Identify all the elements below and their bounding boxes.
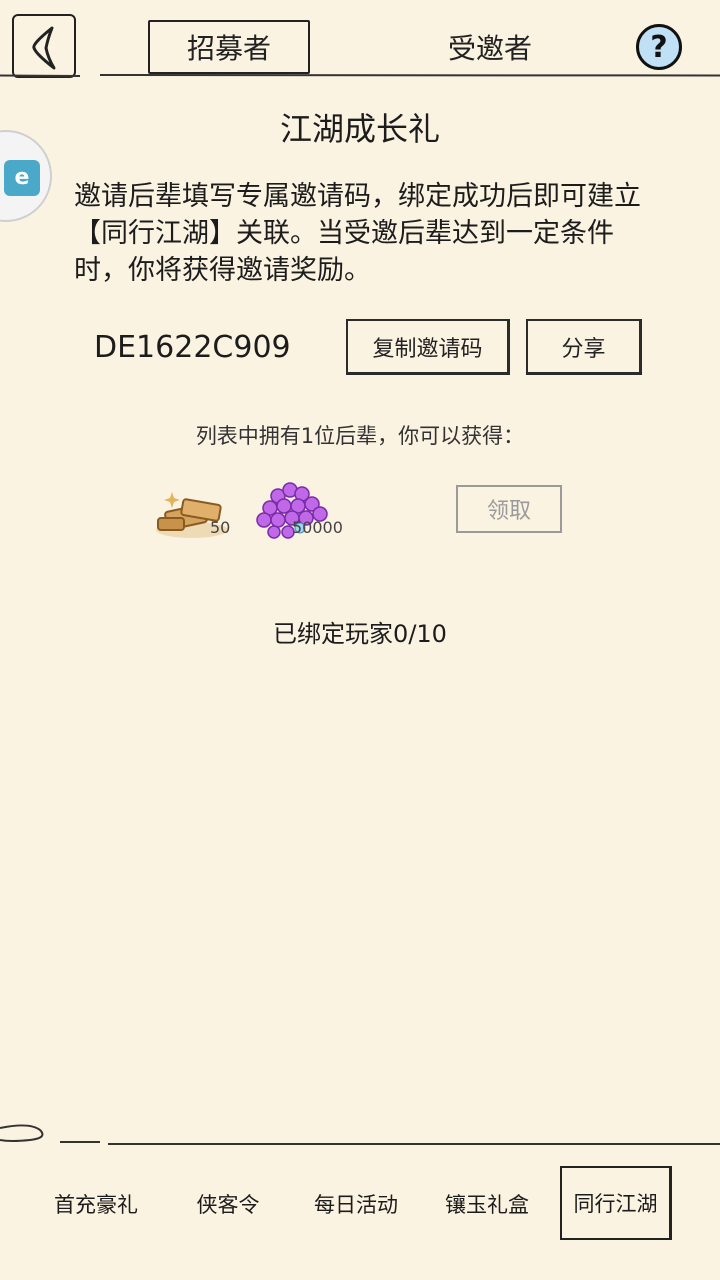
question-mark-icon[interactable]: ? xyxy=(636,24,682,70)
invite-page: 招募者 受邀者 ? e 江湖成长礼 邀请后辈填写专属邀请码，绑定成功后即可建立【… xyxy=(0,0,720,1280)
nav-daily-activity[interactable]: 每日活动 xyxy=(296,1180,416,1228)
invite-description: 邀请后辈填写专属邀请码，绑定成功后即可建立【同行江湖】关联。当受邀后辈达到一定条… xyxy=(74,181,641,286)
share-button[interactable]: 分享 xyxy=(526,319,642,375)
gem-quantity: 50000 xyxy=(292,518,343,537)
claim-button[interactable]: 领取 xyxy=(456,485,562,533)
back-button[interactable] xyxy=(12,14,76,78)
gold-quantity: 50 xyxy=(210,518,231,537)
tab-invitee[interactable]: 受邀者 xyxy=(410,20,570,74)
nav-companions[interactable]: 同行江湖 xyxy=(560,1166,672,1240)
header-divider xyxy=(0,74,720,77)
assistant-icon: e xyxy=(4,160,40,196)
copy-invite-code-button[interactable]: 复制邀请码 xyxy=(346,319,510,375)
nav-hero-token[interactable]: 侠客令 xyxy=(170,1180,286,1228)
invite-code: DE1622C909 xyxy=(94,330,291,365)
nav-jade-gift-box[interactable]: 镶玉礼盒 xyxy=(426,1180,548,1228)
back-chevron-icon xyxy=(32,26,56,70)
bottom-divider xyxy=(0,1124,720,1145)
page-title: 江湖成长礼 xyxy=(279,110,440,148)
bound-players-count: 已绑定玩家0/10 xyxy=(273,620,447,648)
tab-recruiter[interactable]: 招募者 xyxy=(148,20,310,74)
reward-caption: 列表中拥有1位后辈，你可以获得： xyxy=(195,424,525,448)
nav-first-recharge[interactable]: 首充豪礼 xyxy=(36,1180,156,1228)
